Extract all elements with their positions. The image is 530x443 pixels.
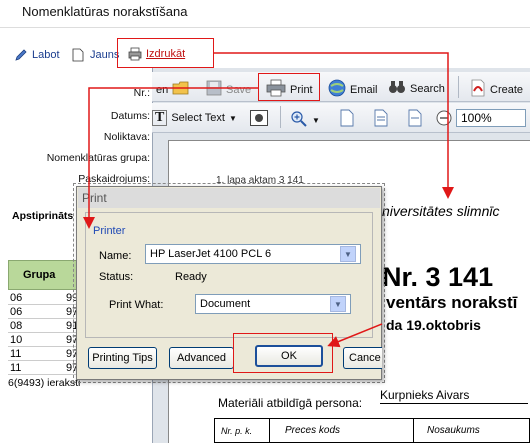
arrow-to-ok-button <box>327 323 383 348</box>
annotation-arrows <box>83 52 454 348</box>
arrow-print-to-document <box>214 52 454 199</box>
arrow-viewer-print-to-dialog <box>83 87 258 229</box>
